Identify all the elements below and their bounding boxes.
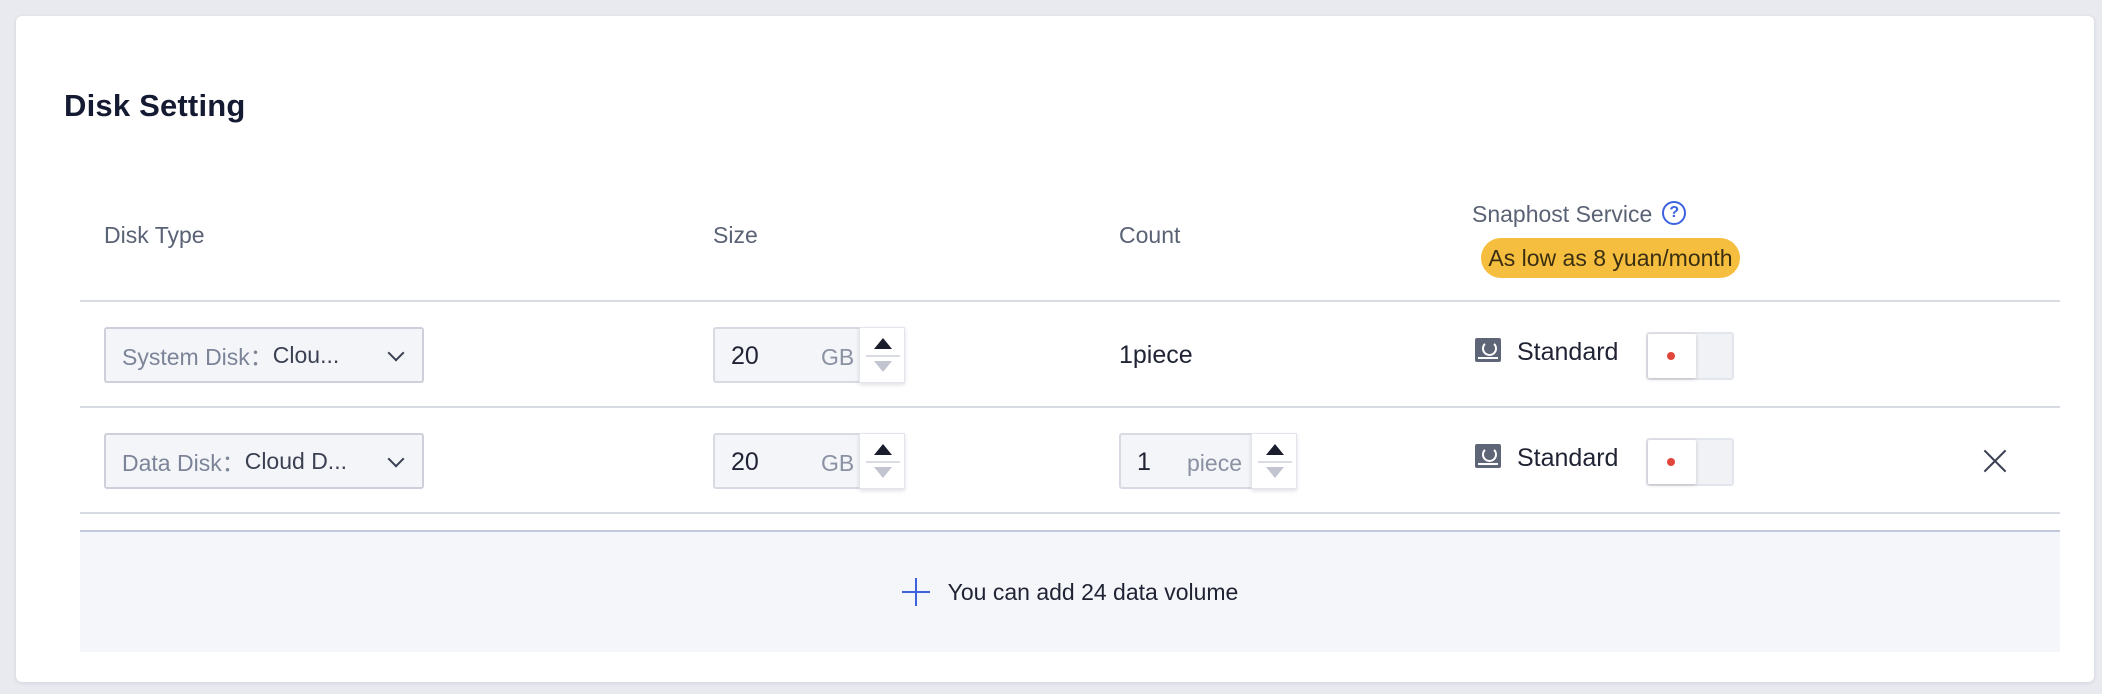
disk-type-value: Clou... [272, 341, 340, 368]
table-header: Disk Type Size Count Snaphost Service ? … [80, 186, 2060, 302]
stepper-arrows [1251, 433, 1297, 489]
snapshot-icon [1475, 337, 1501, 362]
disk-setting-card: Disk Setting Disk Type Size Count Snapho… [16, 16, 2094, 682]
chevron-down-icon [387, 450, 405, 468]
disk-type-select[interactable]: Data Disk： Cloud D... [104, 433, 424, 489]
count-text: 1piece [1119, 341, 1193, 369]
decrement-icon[interactable] [874, 467, 892, 478]
help-icon[interactable]: ? [1662, 200, 1687, 225]
snapshot-label: Standard [1517, 444, 1619, 472]
stepper-divider [866, 461, 900, 463]
increment-icon[interactable] [874, 444, 892, 455]
snapshot-toggle[interactable] [1646, 332, 1734, 380]
snapshot-header-label: Snaphost Service [1472, 201, 1653, 227]
stepper-arrows [859, 327, 905, 383]
count-stepper[interactable]: 1 piece [1119, 433, 1297, 489]
count-unit: piece [1187, 450, 1242, 476]
count-input[interactable]: 1 [1137, 448, 1151, 477]
snapshot-label: Standard [1517, 338, 1619, 366]
disk-type-label: Data Disk： [122, 450, 245, 476]
decrement-icon[interactable] [1266, 467, 1284, 478]
column-header-count: Count [1119, 222, 1181, 248]
size-unit: GB [821, 450, 855, 476]
snapshot-option: Standard [1475, 337, 1619, 367]
increment-icon[interactable] [874, 338, 892, 349]
snapshot-icon [1475, 443, 1501, 468]
column-header-disk-type: Disk Type [104, 222, 205, 248]
snapshot-option: Standard [1475, 443, 1619, 473]
size-stepper[interactable]: 20 GB [713, 433, 905, 489]
stepper-divider [866, 355, 900, 357]
size-stepper[interactable]: 20 GB [713, 327, 905, 383]
toggle-status-dot [1667, 458, 1675, 466]
table-row: Data Disk： Cloud D... 20 GB 1 piece Stan… [80, 408, 2060, 514]
decrement-icon[interactable] [874, 361, 892, 372]
table-row: System Disk： Clou... 20 GB 1piece Standa… [80, 302, 2060, 408]
column-header-snapshot: Snaphost Service ? [1472, 200, 1687, 228]
toggle-status-dot [1667, 352, 1675, 360]
add-volume-label: You can add 24 data volume [947, 578, 1239, 605]
promo-badge: As low as 8 yuan/month [1481, 238, 1740, 278]
size-unit: GB [821, 344, 855, 370]
toggle-knob [1648, 440, 1696, 484]
page-title: Disk Setting [64, 88, 246, 123]
size-input[interactable]: 20 [731, 448, 759, 477]
disk-type-select[interactable]: System Disk： Clou... [104, 327, 424, 383]
snapshot-toggle[interactable] [1646, 438, 1734, 486]
stepper-arrows [859, 433, 905, 489]
close-icon[interactable] [1980, 446, 2010, 476]
disk-type-value: Cloud D... [244, 447, 347, 474]
disk-type-label: System Disk： [122, 344, 273, 370]
column-header-size: Size [713, 222, 758, 248]
add-data-volume-button[interactable]: You can add 24 data volume [80, 530, 2060, 652]
increment-icon[interactable] [1266, 444, 1284, 455]
chevron-down-icon [387, 344, 405, 362]
stepper-divider [1258, 461, 1292, 463]
plus-icon [901, 578, 930, 606]
size-input[interactable]: 20 [731, 342, 759, 371]
toggle-knob [1648, 334, 1696, 378]
